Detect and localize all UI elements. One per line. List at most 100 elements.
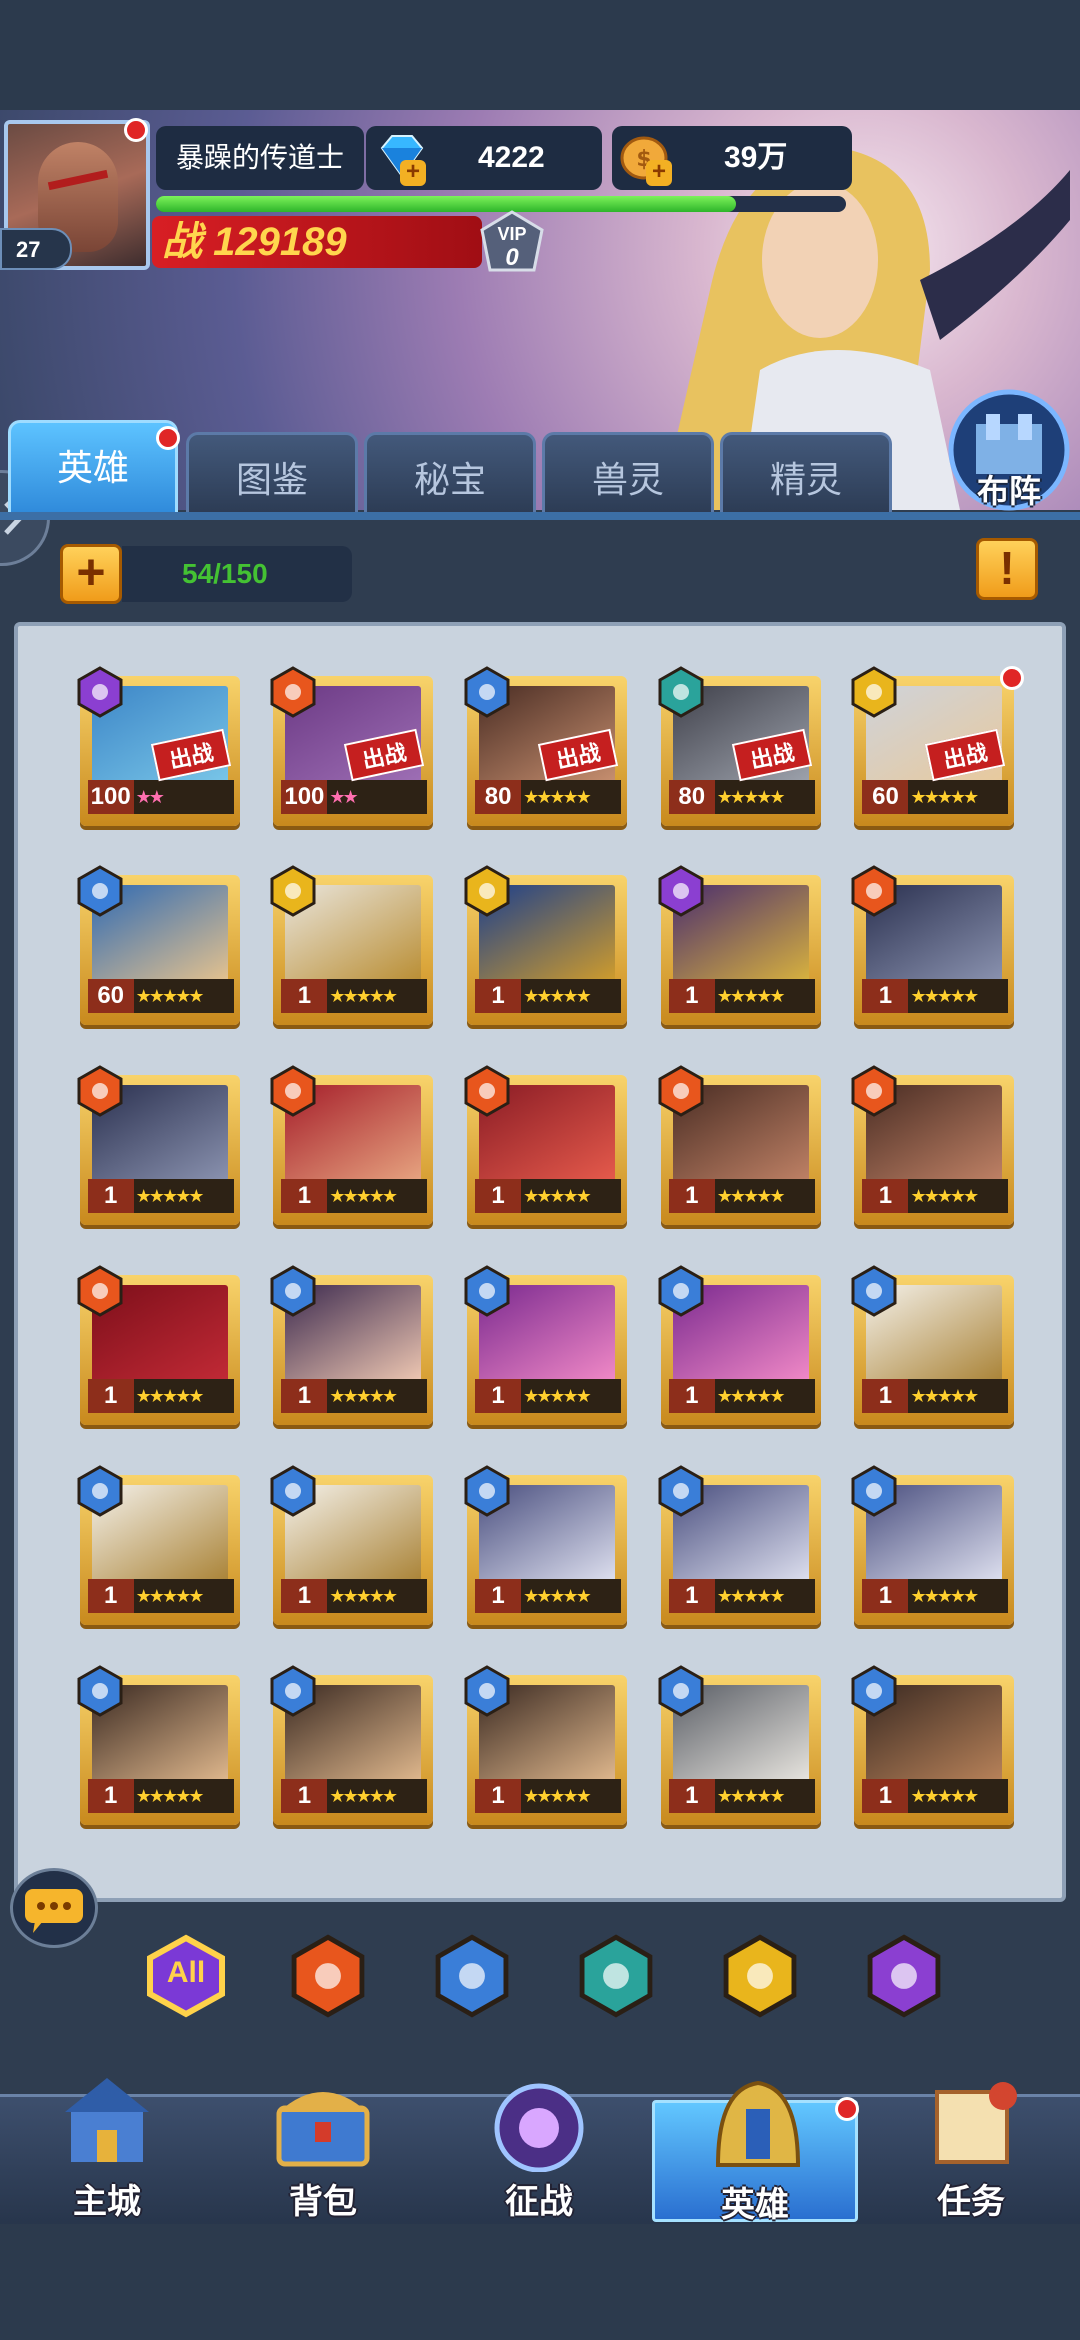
hero-level: 1 — [668, 1579, 715, 1614]
hero-grid-panel[interactable]: 100 ★★ 出战 100 ★★ 出战 80 ★★★★★ 出战 80 ★★★★★ 出战 60 ★★★★★ 出… — [14, 622, 1066, 1902]
hero-stars: ★★★★★ — [716, 1586, 786, 1607]
hero-level: 60 — [862, 779, 909, 814]
vip-badge[interactable]: VIP 0 — [476, 210, 548, 276]
player-name: 暴躁的传道士 — [156, 126, 364, 190]
hero-level: 1 — [281, 979, 328, 1014]
filter-light-button[interactable] — [720, 1934, 804, 2018]
hero-card[interactable]: 100 ★★ 出战 — [270, 665, 439, 830]
filter-dark-button[interactable] — [864, 1934, 948, 2018]
faction-ice-icon — [463, 1665, 511, 1717]
tab-codex[interactable]: 图鉴 — [186, 432, 358, 518]
faction-fire-icon — [76, 1065, 124, 1118]
hero-level: 1 — [87, 1179, 134, 1214]
hero-card[interactable]: 80 ★★★★★ 出战 — [464, 665, 633, 830]
hero-level: 80 — [668, 779, 715, 814]
tab-elf[interactable]: 精灵 — [720, 432, 892, 518]
hero-card[interactable]: 1 ★★★★★ — [270, 1065, 439, 1229]
hero-level: 1 — [862, 979, 909, 1014]
hero-card[interactable]: 1 ★★★★★ — [658, 1665, 827, 1829]
hero-level: 1 — [281, 1179, 328, 1214]
gold-counter[interactable]: $ + 39万 — [612, 126, 852, 190]
power-prefix: 战 — [162, 220, 202, 264]
add-gems-icon[interactable]: + — [400, 160, 426, 186]
faction-light-icon — [269, 865, 317, 918]
hero-level: 1 — [668, 1779, 715, 1814]
expand-slots-button[interactable]: + — [60, 544, 122, 604]
hero-card[interactable]: 1 ★★★★★ — [77, 1465, 246, 1629]
add-gold-icon[interactable]: + — [646, 160, 672, 186]
faction-ice-icon — [850, 1465, 898, 1517]
faction-fire-icon — [463, 1065, 511, 1118]
faction-ice-icon — [432, 1934, 512, 2022]
hero-card[interactable]: 1 ★★★★★ — [77, 1065, 246, 1229]
hero-level: 100 — [87, 779, 134, 814]
hero-level: 60 — [87, 979, 134, 1014]
gem-counter[interactable]: + 4222 — [366, 126, 602, 190]
nav-label: 征战 — [505, 2183, 573, 2221]
filter-fire-button[interactable] — [288, 1934, 372, 2018]
hero-card[interactable]: 1 ★★★★★ — [464, 865, 633, 1029]
faction-fire-icon — [76, 1265, 124, 1317]
hero-card[interactable]: 100 ★★ 出战 — [77, 665, 246, 830]
helmet-icon — [698, 2069, 818, 2169]
hero-card[interactable]: 60 ★★★★★ 出战 — [851, 665, 1025, 830]
hero-card[interactable]: 1 ★★★★★ — [270, 1665, 439, 1829]
nav-chest-button[interactable]: 背包 — [220, 2066, 426, 2222]
hero-card[interactable]: 1 ★★★★★ — [658, 1465, 827, 1629]
hero-card[interactable]: 80 ★★★★★ 出战 — [658, 665, 827, 830]
chat-button[interactable] — [10, 1868, 98, 1948]
hero-stars: ★★★★★ — [523, 1186, 592, 1207]
faction-dark-icon — [657, 865, 705, 918]
faction-undead-icon — [576, 1934, 656, 2022]
hero-card[interactable]: 1 ★★★★★ — [658, 1065, 827, 1229]
info-button[interactable]: ! — [976, 538, 1038, 600]
hero-card[interactable]: 1 ★★★★★ — [658, 865, 827, 1029]
faction-ice-icon — [657, 1465, 705, 1517]
hero-level: 1 — [862, 1579, 909, 1614]
filter-all-button[interactable]: All — [144, 1934, 228, 2018]
hero-card[interactable]: 1 ★★★★★ — [851, 1665, 1020, 1829]
vip-level: 0 — [505, 244, 519, 271]
hero-card[interactable]: 1 ★★★★★ — [270, 1465, 439, 1629]
hero-card[interactable]: 1 ★★★★★ — [77, 1665, 246, 1829]
hero-level: 1 — [87, 1579, 134, 1614]
combat-power: 战 129189 — [152, 216, 482, 268]
hero-card[interactable]: 1 ★★★★★ — [658, 1265, 827, 1429]
faction-ice-icon — [463, 1265, 511, 1317]
formation-button[interactable]: 布阵 — [944, 388, 1074, 518]
faction-fire-icon — [288, 1934, 368, 2022]
hero-stars: ★★★★★ — [135, 1786, 205, 1807]
nav-portal-button[interactable]: 征战 — [436, 2066, 642, 2222]
hero-card[interactable]: 1 ★★★★★ — [851, 1465, 1020, 1629]
hero-card[interactable]: 1 ★★★★★ — [270, 1265, 439, 1429]
nav-scroll-button[interactable]: 任务 — [868, 2066, 1074, 2222]
hero-card[interactable]: 1 ★★★★★ — [851, 1065, 1020, 1229]
hero-card[interactable]: 1 ★★★★★ — [270, 865, 439, 1029]
hero-card[interactable]: 1 ★★★★★ — [464, 1265, 633, 1429]
hero-stars: ★★★★★ — [523, 1386, 592, 1407]
hero-level: 1 — [87, 1379, 134, 1414]
tab-beast-spirit[interactable]: 兽灵 — [542, 432, 714, 518]
hero-card[interactable]: 1 ★★★★★ — [851, 865, 1020, 1029]
filter-ice-button[interactable] — [432, 1934, 516, 2018]
hero-stars: ★★★★★ — [716, 1186, 786, 1207]
hero-card[interactable]: 1 ★★★★★ — [464, 1665, 633, 1829]
faction-ice-icon — [76, 865, 124, 918]
hero-card[interactable]: 1 ★★★★★ — [851, 1265, 1020, 1429]
faction-dark-icon — [76, 665, 124, 718]
tab-underline — [0, 512, 1080, 520]
tab-beast-spirit-label: 兽灵 — [591, 459, 664, 500]
hero-stars: ★★ — [329, 786, 358, 807]
tab-heroes[interactable]: 英雄 — [8, 420, 178, 520]
hero-stars: ★★★★★ — [910, 986, 979, 1007]
hero-card[interactable]: 1 ★★★★★ — [77, 1265, 246, 1429]
hero-stars: ★★★★★ — [329, 1786, 398, 1807]
hero-card[interactable]: 60 ★★★★★ — [77, 865, 246, 1029]
tab-treasure[interactable]: 秘宝 — [364, 432, 536, 518]
hero-card[interactable]: 1 ★★★★★ — [464, 1465, 633, 1629]
nav-helmet-button[interactable]: 英雄 — [652, 2080, 859, 2224]
tab-codex-label: 图鉴 — [235, 459, 308, 500]
filter-undead-button[interactable] — [576, 1934, 660, 2018]
hero-card[interactable]: 1 ★★★★★ — [464, 1065, 633, 1229]
nav-castle-button[interactable]: 主城 — [4, 2066, 210, 2222]
